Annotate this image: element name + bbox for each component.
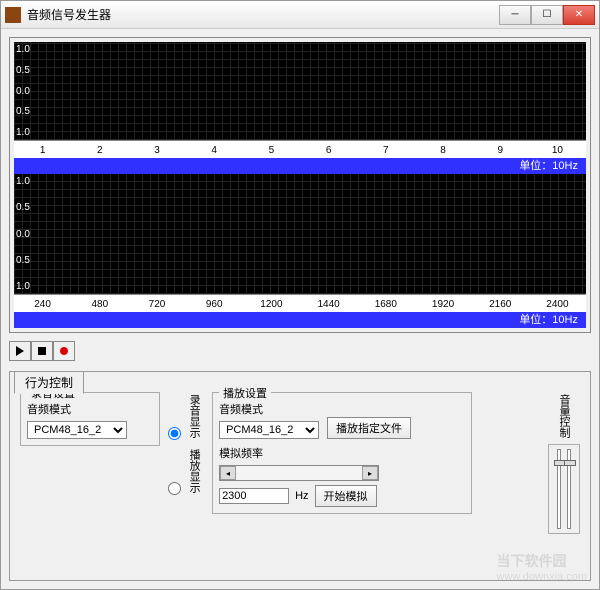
app-icon <box>5 7 21 23</box>
maximize-button[interactable]: ☐ <box>531 5 563 25</box>
y-axis-labels-2: 1.0 0.5 0.0 0.5 1.0 <box>16 174 30 294</box>
x-ruler-2: 240 480 720 960 1200 1440 1680 1920 2160… <box>14 294 586 312</box>
transport-controls <box>9 341 591 361</box>
play-file-button[interactable]: 播放指定文件 <box>327 417 411 439</box>
client-area: 1.0 0.5 0.0 0.5 1.0 1 2 3 4 5 6 7 8 9 <box>1 29 599 589</box>
stop-button[interactable] <box>31 341 53 361</box>
grid-1 <box>14 42 586 140</box>
tab-behavior[interactable]: 行为控制 <box>14 371 84 394</box>
tab-body: 录音设置 音频模式 PCM48_16_2 录音显示 播放显示 播放设置 <box>10 372 590 544</box>
sim-freq-label: 模拟频率 <box>219 445 465 461</box>
sim-freq-input[interactable] <box>219 488 289 504</box>
play-group-title: 播放设置 <box>219 385 271 401</box>
record-mode-label: 音频模式 <box>27 401 153 417</box>
record-mode-select[interactable]: PCM48_16_2 <box>27 421 127 439</box>
unit-bar-2: 单位：10Hz <box>14 312 586 328</box>
top-plot: 1.0 0.5 0.0 0.5 1.0 1 2 3 4 5 6 7 8 9 <box>9 37 591 333</box>
record-button[interactable] <box>53 341 75 361</box>
volume-label: 音量控制 <box>554 392 574 440</box>
play-mode-select[interactable]: PCM48_16_2 <box>219 421 319 439</box>
x-ticks-1: 1 2 3 4 5 6 7 8 9 10 <box>14 145 586 156</box>
grid-2 <box>14 174 586 294</box>
slider-thumb[interactable] <box>564 460 576 466</box>
waveform-canvas-1: 1.0 0.5 0.0 0.5 1.0 <box>14 42 586 140</box>
volume-sliders <box>548 444 580 534</box>
minimize-button[interactable]: ─ <box>499 5 531 25</box>
titlebar[interactable]: 音频信号发生器 ─ ☐ ✕ <box>1 1 599 29</box>
radio-record-display[interactable]: 录音显示 <box>168 392 204 443</box>
close-button[interactable]: ✕ <box>563 5 595 25</box>
display-mode-radios: 录音显示 播放显示 <box>168 392 204 498</box>
tab-container: 行为控制 录音设置 音频模式 PCM48_16_2 录音显示 播放显示 <box>9 371 591 581</box>
start-sim-button[interactable]: 开始模拟 <box>315 485 377 507</box>
volume-slider-left[interactable] <box>557 449 561 529</box>
play-settings-group: 播放设置 音频模式 PCM48_16_2 播放指定文件 模拟频率 <box>212 392 472 514</box>
volume-control: 音量控制 <box>548 392 580 534</box>
x-ruler-1: 1 2 3 4 5 6 7 8 9 10 <box>14 140 586 158</box>
sim-freq-unit: Hz <box>295 490 308 502</box>
y-axis-labels-1: 1.0 0.5 0.0 0.5 1.0 <box>16 42 30 140</box>
sim-freq-scrollbar[interactable]: ◂ ▸ <box>219 465 379 481</box>
unit-bar-1: 单位：10Hz <box>14 158 586 174</box>
scroll-right-icon[interactable]: ▸ <box>362 466 378 480</box>
x-ticks-2: 240 480 720 960 1200 1440 1680 1920 2160… <box>14 299 586 310</box>
app-window: 音频信号发生器 ─ ☐ ✕ 1.0 0.5 0.0 0.5 1.0 1 <box>0 0 600 590</box>
play-button[interactable] <box>9 341 31 361</box>
scroll-left-icon[interactable]: ◂ <box>220 466 236 480</box>
scroll-track[interactable] <box>236 466 362 480</box>
volume-slider-right[interactable] <box>567 449 571 529</box>
play-mode-label: 音频模式 <box>219 401 319 417</box>
window-buttons: ─ ☐ ✕ <box>499 5 595 25</box>
record-settings-group: 录音设置 音频模式 PCM48_16_2 <box>20 392 160 446</box>
waveform-canvas-2: 1.0 0.5 0.0 0.5 1.0 <box>14 174 586 294</box>
radio-play-display[interactable]: 播放显示 <box>168 447 204 498</box>
window-title: 音频信号发生器 <box>27 6 499 23</box>
